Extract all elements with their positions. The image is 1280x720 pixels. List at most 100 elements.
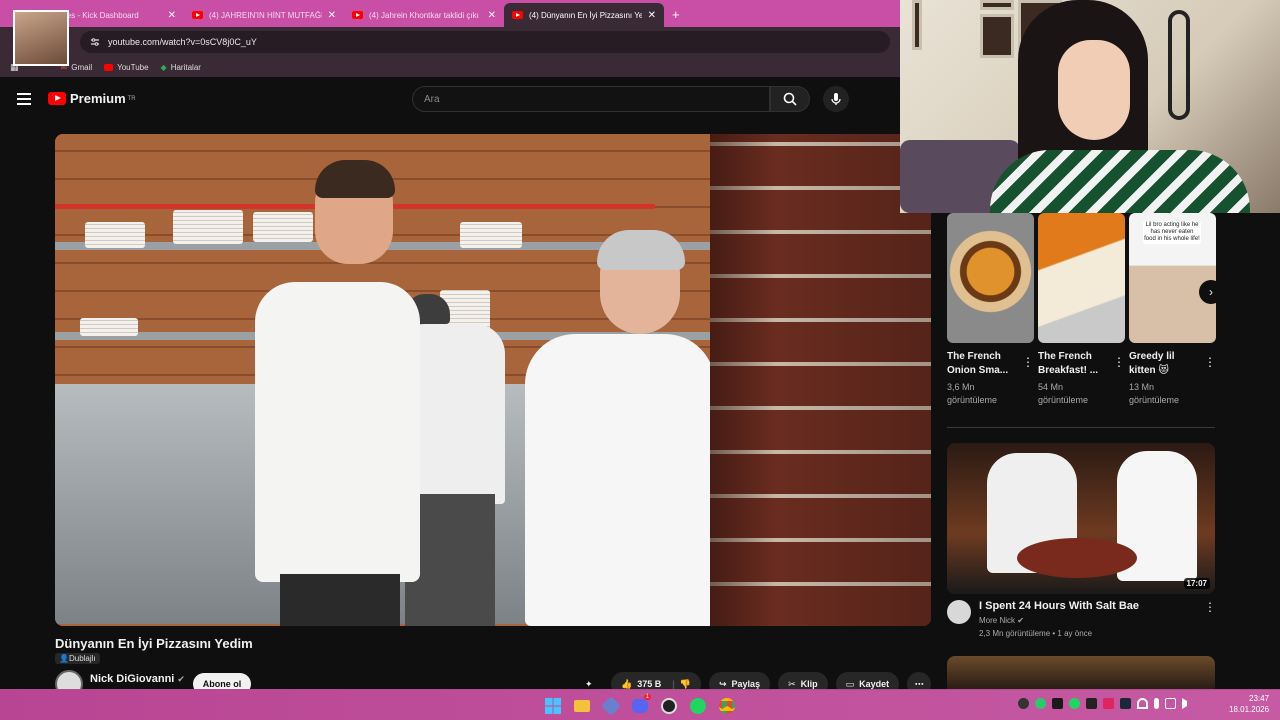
channel-name[interactable]: Nick DiGiovanni ✔ [90,673,185,685]
dubbed-badge: 👤Dublajlı [55,653,100,664]
app-icon[interactable] [599,694,622,717]
wall-frame [912,0,922,50]
voice-search-button[interactable] [823,86,849,112]
verified-icon: ✔ [1017,616,1024,625]
logo-text: Premium [70,91,126,106]
clock-date: 18.01.2026 [1229,705,1270,714]
site-settings-icon[interactable] [90,37,100,47]
microphone-icon [831,93,841,105]
hamburger-menu-icon[interactable] [17,93,31,105]
recommended-title[interactable]: I Spent 24 Hours With Salt Bae [979,600,1139,612]
thumbs-down-icon[interactable]: 👎 [680,679,691,690]
microphone-tray-icon[interactable] [1154,698,1159,709]
windows-taskbar: 1 23:47 18.01.2026 [0,689,1280,720]
clock-time: 23:47 [1249,694,1270,703]
youtube-premium-logo[interactable]: Premium TR [48,91,136,106]
logo-region: TR [127,95,136,102]
shorts-shelf: The French Onion Sma... 3,6 Mn görüntülem… [947,213,1216,407]
file-explorer-icon[interactable] [570,694,593,717]
address-bar[interactable]: youtube.com/watch?v=0sCV8j0C_uY [80,31,890,53]
short-item[interactable]: Lil bro acting like he has never eaten f… [1129,213,1216,407]
video-duration: 17:07 [1183,578,1210,589]
close-tab-icon[interactable]: ✕ [328,10,336,21]
wall-frame [980,14,1014,58]
streamer-webcam [900,0,1280,213]
tray-app-icon[interactable] [1052,698,1063,709]
tab-youtube-1[interactable]: (4) JAHREIN'IN HİNT MUTFAĞI ✕ [184,3,344,27]
short-item[interactable]: The French Onion Sma... 3,6 Mn görüntülem… [947,213,1034,407]
short-item[interactable]: The French Breakfast! ... 54 Mn görüntüle… [1038,213,1125,407]
scissors-icon: ✂ [788,678,796,689]
more-options-icon[interactable]: ⋮ [1204,600,1216,614]
obs-icon[interactable] [657,694,680,717]
discord-icon[interactable]: 1 [628,694,651,717]
system-tray [1018,698,1187,709]
spotify-tray-icon[interactable] [1069,698,1080,709]
bookmarks-bar: ▦ ✉ Gmail YouTube ◆ Haritalar [0,57,900,77]
channel-avatar[interactable] [947,600,971,624]
display-icon[interactable] [1165,698,1176,709]
chrome-icon[interactable] [715,694,738,717]
bookmark-label: YouTube [117,62,149,72]
bookmark-label: Gmail [71,62,93,72]
video-thumbnail[interactable]: 17:07 [947,443,1215,594]
notification-badge: 1 [643,694,651,700]
youtube-icon [192,11,203,19]
bookmark-maps[interactable]: ◆ Haritalar [161,63,201,72]
recommended-meta: 2,3 Mn görüntüleme • 1 ay önce [979,629,1093,638]
address-bar-row: youtube.com/watch?v=0sCV8j0C_uY [0,27,900,57]
verified-icon: ✔ [177,674,185,684]
plate-stack [85,222,145,248]
more-options-icon[interactable]: ⋮ [1022,355,1034,369]
tray-app-icon[interactable] [1086,698,1097,709]
tab-youtube-2[interactable]: (4) Jahrein Khontkar taklidi çıkı ✕ [344,3,504,27]
spotify-icon[interactable] [686,694,709,717]
more-options-icon[interactable]: ⋮ [1113,355,1125,369]
tab-title: (4) Dünyanın En İyi Pizzasını Yer [529,10,642,20]
more-options-icon[interactable]: ⋮ [1204,355,1216,369]
tray-app-icon[interactable] [1018,698,1029,709]
video-title: Dünyanın En İyi Pizzasını Yedim [55,636,253,651]
short-title[interactable]: The French Breakfast! ... [1038,350,1106,378]
system-clock[interactable]: 23:47 18.01.2026 [1229,693,1269,715]
streamer-face [1058,40,1130,140]
tab-title: (4) JAHREIN'IN HİNT MUTFAĞI [209,10,322,20]
search-input[interactable]: Ara [412,86,770,112]
short-title[interactable]: The French Onion Sma... [947,350,1015,378]
youtube-icon [352,11,363,19]
dislike-divider: | [672,679,675,689]
tray-app-icon[interactable] [1035,698,1046,709]
new-tab-button[interactable]: + [672,7,680,22]
tab-youtube-active[interactable]: (4) Dünyanın En İyi Pizzasını Yer ✕ [504,3,664,27]
close-tab-icon[interactable]: ✕ [648,10,656,21]
short-views: 13 Mn görüntüleme [1129,382,1180,405]
short-thumbnail[interactable]: Lil bro acting like he has never eaten f… [1129,213,1216,343]
steam-icon[interactable] [1120,698,1131,709]
recommended-video[interactable]: 17:07 I Spent 24 Hours With Salt Bae Mor… [947,443,1216,638]
windows-start-icon[interactable] [541,694,564,717]
plate-stack [460,222,522,248]
search-button[interactable] [770,86,810,112]
divider [947,427,1215,428]
clip-label: Klip [800,679,818,689]
volume-icon[interactable] [1182,698,1187,709]
short-title[interactable]: Greedy lil kitten 😻 [1129,350,1197,378]
wifi-icon[interactable] [1137,698,1148,709]
close-tab-icon[interactable]: ✕ [488,10,496,21]
next-recommendation-thumbnail[interactable] [947,656,1215,689]
recommended-channel[interactable]: More Nick ✔ [979,616,1024,625]
youtube-icon [104,63,114,71]
close-tab-icon[interactable]: ✕ [168,10,176,21]
video-player[interactable] [55,134,931,626]
short-views: 3,6 Mn görüntüleme [947,382,998,405]
wall-frame [980,0,1014,10]
next-arrow-button[interactable]: › [1199,280,1223,304]
streamer-shirt [990,150,1250,213]
tab-title: (4) Jahrein Khontkar taklidi çıkı [369,10,479,20]
plate-stack [173,210,243,244]
bookmark-youtube[interactable]: YouTube [104,62,149,72]
dub-label: Dublajlı [68,654,96,663]
tray-app-icon[interactable] [1103,698,1114,709]
short-thumbnail[interactable] [947,213,1034,343]
short-thumbnail[interactable] [1038,213,1125,343]
